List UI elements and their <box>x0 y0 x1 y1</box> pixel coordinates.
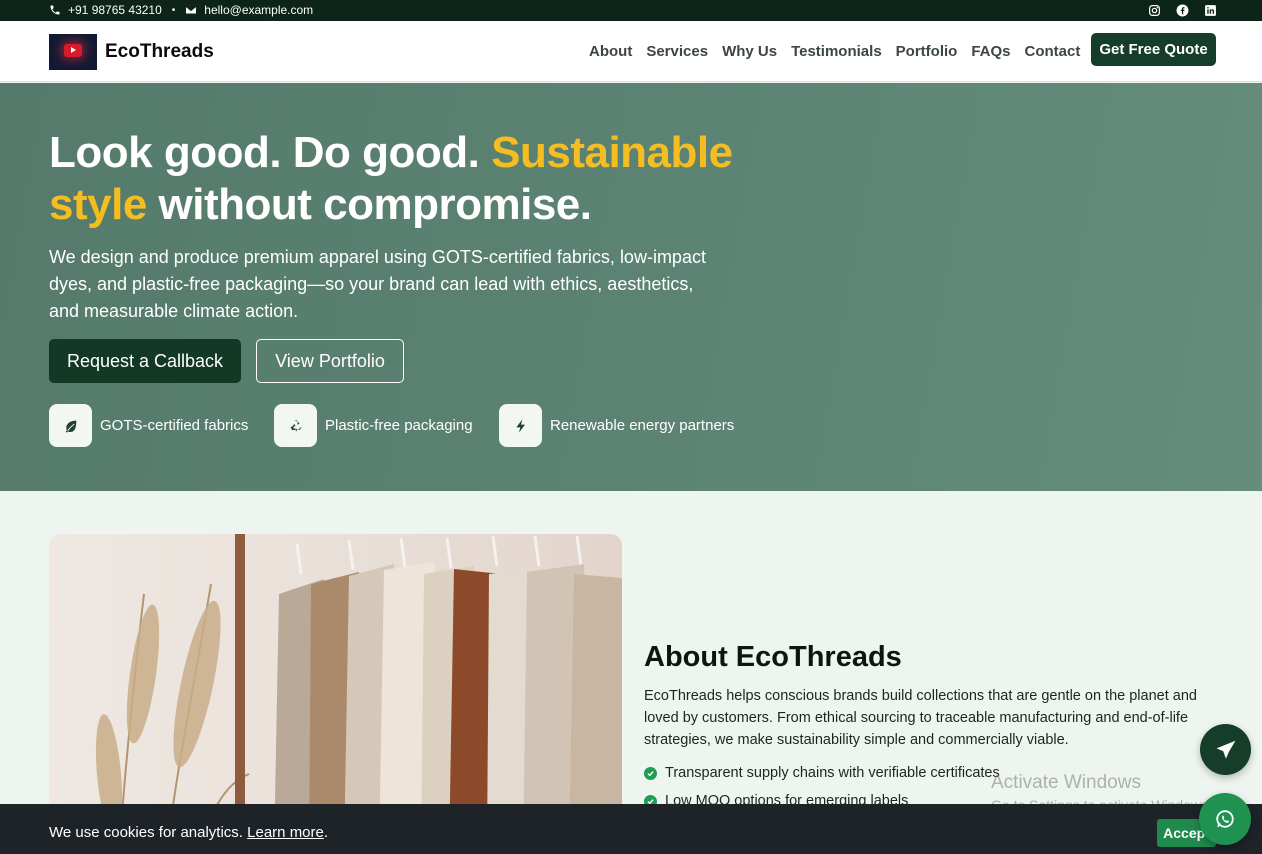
nav-link-portfolio[interactable]: Portfolio <box>896 43 958 60</box>
hero-description: We design and produce premium apparel us… <box>49 247 706 321</box>
get-free-quote-button[interactable]: Get Free Quote <box>1091 33 1216 66</box>
nav-link-about[interactable]: About <box>589 43 632 60</box>
brand-name[interactable]: EcoThreads <box>105 41 214 63</box>
about-bullet-text: Transparent supply chains with verifiabl… <box>665 765 1000 781</box>
phone-icon <box>49 4 61 16</box>
nav-link-testimonials[interactable]: Testimonials <box>791 43 882 60</box>
envelope-icon <box>185 4 197 16</box>
whatsapp-button[interactable] <box>1199 793 1251 845</box>
view-portfolio-button[interactable]: View Portfolio <box>256 339 404 383</box>
hero-section: Look good. Do good. Sustainable style wi… <box>0 83 1262 491</box>
check-circle-icon <box>644 766 657 780</box>
paper-plane-icon <box>1216 740 1235 759</box>
activate-windows-watermark: Activate Windows <box>991 772 1141 793</box>
send-message-button[interactable] <box>1200 724 1251 775</box>
instagram-icon[interactable] <box>1148 4 1161 17</box>
feature-gots: GOTS-certified fabrics <box>49 404 248 447</box>
separator-dot: • <box>171 4 176 16</box>
about-description: EcoThreads helps conscious brands build … <box>644 688 1197 748</box>
linkedin-icon[interactable] <box>1204 4 1217 17</box>
cookie-message-suffix: . <box>323 824 329 841</box>
leaf-icon <box>49 404 92 447</box>
whatsapp-icon <box>1216 810 1234 828</box>
nav-link-faqs[interactable]: FAQs <box>971 43 1010 60</box>
nav-link-services[interactable]: Services <box>646 43 708 60</box>
nav-links: About Services Why Us Testimonials Portf… <box>589 43 1080 60</box>
cookie-message: We use cookies for analytics. Learn more… <box>49 824 328 841</box>
top-contact-bar: +91 98765 43210 • hello@example.com <box>0 0 1262 21</box>
bolt-icon <box>499 404 542 447</box>
hero-title-part2: without compromise. <box>146 180 592 229</box>
feature-label: GOTS-certified fabrics <box>100 417 249 434</box>
recycle-icon <box>274 404 317 447</box>
logo-play-icon <box>64 44 82 57</box>
logo[interactable] <box>49 34 97 70</box>
nav-link-why-us[interactable]: Why Us <box>722 43 777 60</box>
request-callback-button[interactable]: Request a Callback <box>49 339 241 383</box>
cookie-message-text: We use cookies for analytics. <box>49 824 248 841</box>
feature-label: Plastic-free packaging <box>325 417 473 434</box>
about-title: About EcoThreads <box>644 641 902 673</box>
phone-link[interactable]: +91 98765 43210 <box>68 3 162 17</box>
cookie-banner: We use cookies for analytics. Learn more… <box>0 804 1262 854</box>
feature-plastic-free: Plastic-free packaging <box>274 404 473 447</box>
hero-title: Look good. Do good. Sustainable style wi… <box>49 127 809 231</box>
social-links <box>1148 4 1217 17</box>
feature-label: Renewable energy partners <box>550 417 735 434</box>
hero-title-part1: Look good. Do good. <box>49 128 492 177</box>
contact-info: +91 98765 43210 • hello@example.com <box>49 3 313 17</box>
facebook-icon[interactable] <box>1176 4 1189 17</box>
nav-link-contact[interactable]: Contact <box>1025 43 1081 60</box>
about-bullet: Transparent supply chains with verifiabl… <box>644 765 1000 781</box>
main-navbar: EcoThreads About Services Why Us Testimo… <box>0 21 1262 82</box>
email-link[interactable]: hello@example.com <box>204 3 313 17</box>
feature-renewable: Renewable energy partners <box>499 404 734 447</box>
learn-more-link[interactable]: Learn more <box>247 824 324 841</box>
